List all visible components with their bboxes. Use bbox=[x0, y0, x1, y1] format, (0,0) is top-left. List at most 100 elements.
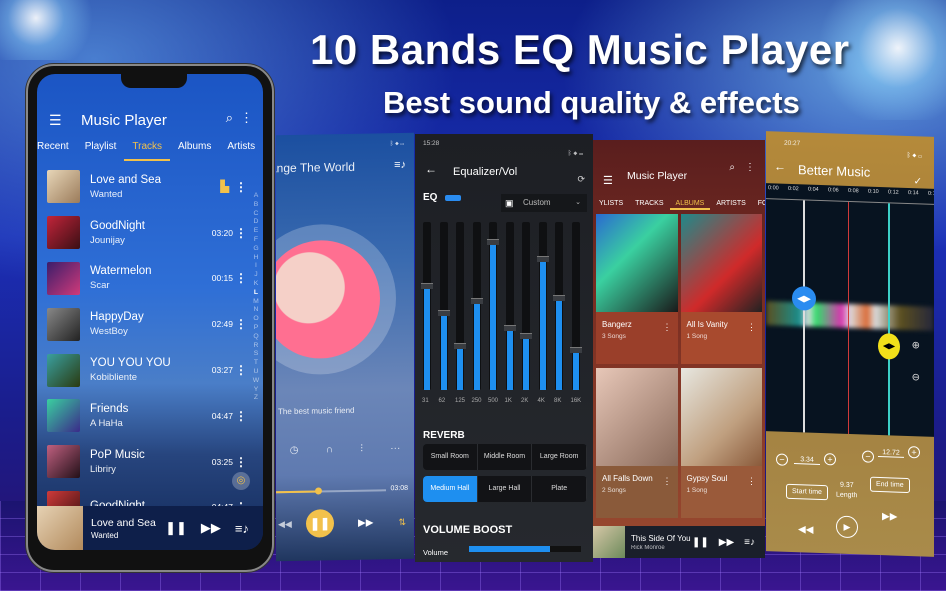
band-knob[interactable] bbox=[470, 297, 483, 304]
volume-slider[interactable] bbox=[469, 546, 581, 552]
alphabet-letter[interactable]: W bbox=[251, 377, 261, 386]
alphabet-letter[interactable]: B bbox=[251, 201, 261, 210]
more-vert-icon[interactable]: ⋮ bbox=[235, 455, 247, 469]
more-vert-icon[interactable]: ⋮ bbox=[235, 271, 247, 285]
alphabet-letter[interactable]: H bbox=[251, 254, 261, 263]
preset-dropdown[interactable]: ▣ Custom ⌄ bbox=[501, 194, 587, 212]
queue-icon[interactable]: ≡♪ bbox=[744, 537, 755, 548]
menu-icon[interactable]: ☰ bbox=[49, 112, 63, 129]
band-knob[interactable] bbox=[569, 346, 582, 353]
alphabet-letter[interactable]: U bbox=[251, 368, 261, 377]
tab-albums[interactable]: Albums bbox=[170, 139, 219, 161]
tab-artists[interactable]: ARTISTS bbox=[710, 196, 751, 210]
track-row[interactable]: Love and Sea Wanted ▙ ⋮ bbox=[37, 164, 251, 210]
alphabet-letter[interactable]: F bbox=[251, 236, 261, 245]
queue-icon[interactable]: ≡♪ bbox=[235, 521, 249, 536]
more-vert-icon[interactable]: ⋮ bbox=[235, 409, 247, 423]
alphabet-letter[interactable]: C bbox=[251, 210, 261, 219]
zoom-out-icon[interactable]: ⊖ bbox=[912, 372, 920, 383]
rewind-icon[interactable]: ◀◀ bbox=[798, 524, 813, 536]
alphabet-letter[interactable]: L bbox=[251, 289, 261, 298]
alphabet-index[interactable]: ABCDEFGHIJKLMNOPQRSTUWYZ bbox=[251, 192, 261, 403]
previous-icon[interactable]: ◀◀ bbox=[278, 519, 292, 530]
mini-player[interactable]: This Side Of You Rick Monroe ❚❚ ▶▶ ≡♪ bbox=[593, 526, 765, 558]
album-card[interactable]: All Falls Down 2 Songs ⋮ bbox=[596, 368, 678, 518]
alphabet-letter[interactable]: M bbox=[251, 298, 261, 307]
tab-playlist[interactable]: Playlist bbox=[77, 139, 125, 161]
more-icon[interactable]: ··· bbox=[390, 443, 400, 454]
check-icon[interactable]: ✓ bbox=[914, 176, 922, 187]
tab-tracks[interactable]: TRACKS bbox=[629, 196, 669, 210]
more-vert-icon[interactable]: ⋮ bbox=[235, 363, 247, 377]
alphabet-letter[interactable]: O bbox=[251, 315, 261, 324]
zoom-in-icon[interactable]: ⊕ bbox=[912, 340, 920, 351]
start-time-button[interactable]: Start time bbox=[786, 483, 828, 501]
more-vert-icon[interactable]: ⋮ bbox=[663, 476, 672, 487]
next-icon[interactable]: ▶▶ bbox=[358, 518, 373, 529]
end-handle[interactable]: ◀▶ bbox=[878, 332, 900, 360]
reverb-option[interactable]: Small Room bbox=[423, 444, 478, 470]
search-icon[interactable]: ⌕ bbox=[729, 162, 735, 173]
back-arrow-icon[interactable]: ← bbox=[425, 162, 437, 176]
more-vert-icon[interactable]: ⋮ bbox=[235, 226, 247, 240]
mini-player[interactable]: Love and Sea Wanted ❚❚ ▶▶ ≡♪ bbox=[37, 506, 263, 550]
alphabet-letter[interactable]: D bbox=[251, 218, 261, 227]
band-knob[interactable] bbox=[454, 343, 466, 350]
menu-icon[interactable]: ☰ bbox=[603, 174, 613, 187]
reverb-option[interactable]: Large Room bbox=[532, 444, 587, 470]
locate-current-button[interactable]: ◎ bbox=[232, 472, 250, 490]
band-knob[interactable] bbox=[520, 333, 532, 340]
end-value[interactable]: 12.72 bbox=[878, 448, 904, 458]
reverb-option[interactable]: Medium Hall bbox=[423, 476, 478, 502]
more-vert-icon[interactable]: ⋮ bbox=[240, 110, 253, 126]
pause-button[interactable]: ❚❚ bbox=[306, 509, 334, 538]
alphabet-letter[interactable]: Y bbox=[251, 386, 261, 395]
alphabet-letter[interactable]: A bbox=[251, 192, 261, 201]
more-vert-icon[interactable]: ⋮ bbox=[747, 476, 756, 487]
band-slider-31[interactable] bbox=[421, 222, 433, 390]
band-knob[interactable] bbox=[503, 324, 516, 331]
tab-folde[interactable]: FOLDE bbox=[752, 196, 765, 210]
alphabet-letter[interactable]: E bbox=[251, 227, 261, 236]
tab-artists[interactable]: Artists bbox=[219, 139, 263, 161]
band-knob[interactable] bbox=[553, 294, 565, 301]
back-arrow-icon[interactable]: ← bbox=[774, 159, 786, 173]
tab-recent[interactable]: Recent bbox=[37, 139, 77, 161]
start-handle[interactable]: ◀▶ bbox=[792, 285, 816, 311]
equalizer-icon[interactable]: ⫶ bbox=[360, 444, 363, 455]
track-row[interactable]: HappyDay WestBoy 02:49 ⋮ bbox=[37, 301, 251, 347]
track-row[interactable]: PoP Music Libriry 03:25 ⋮ bbox=[37, 439, 251, 485]
band-slider-4k[interactable] bbox=[536, 222, 549, 390]
album-card[interactable]: All Is Vanity 1 Song ⋮ bbox=[680, 214, 762, 364]
start-plus-button[interactable]: + bbox=[824, 453, 836, 466]
tab-albums[interactable]: ALBUMS bbox=[669, 196, 711, 210]
save-icon[interactable]: ▣ bbox=[505, 194, 514, 212]
band-slider-125[interactable] bbox=[454, 222, 466, 390]
reverb-option[interactable]: Middle Room bbox=[478, 444, 533, 470]
album-card[interactable]: Gypsy Soul 1 Song ⋮ bbox=[680, 368, 762, 518]
pause-icon[interactable]: ❚❚ bbox=[692, 537, 709, 548]
alphabet-letter[interactable]: P bbox=[251, 324, 261, 333]
pause-icon[interactable]: ❚❚ bbox=[165, 520, 187, 536]
more-vert-icon[interactable]: ⋮ bbox=[663, 322, 672, 333]
reset-icon[interactable]: ⟳ bbox=[577, 174, 585, 185]
next-icon[interactable]: ▶▶ bbox=[201, 520, 221, 536]
next-icon[interactable]: ▶▶ bbox=[719, 537, 734, 548]
alphabet-letter[interactable]: J bbox=[251, 271, 261, 280]
alphabet-letter[interactable]: Q bbox=[251, 333, 261, 342]
queue-icon[interactable]: ≡♪ bbox=[394, 159, 406, 171]
alphabet-letter[interactable]: G bbox=[251, 245, 261, 254]
band-slider-2k[interactable] bbox=[520, 222, 532, 390]
band-slider-62[interactable] bbox=[437, 222, 450, 390]
tab-tracks[interactable]: Tracks bbox=[124, 139, 171, 161]
start-minus-button[interactable]: − bbox=[776, 453, 788, 466]
alphabet-letter[interactable]: R bbox=[251, 342, 261, 351]
track-row[interactable]: Watermelon Scar 00:15 ⋮ bbox=[37, 256, 251, 302]
end-plus-button[interactable]: + bbox=[908, 446, 920, 459]
reverb-option[interactable]: Plate bbox=[532, 476, 587, 502]
tab-ylists[interactable]: YLISTS bbox=[593, 196, 629, 210]
alphabet-letter[interactable]: T bbox=[251, 359, 261, 368]
track-row[interactable]: Friends A HaHa 04:47 ⋮ bbox=[37, 393, 251, 439]
album-card[interactable]: Bangerz 3 Songs ⋮ bbox=[596, 214, 678, 364]
end-minus-button[interactable]: − bbox=[862, 450, 874, 463]
